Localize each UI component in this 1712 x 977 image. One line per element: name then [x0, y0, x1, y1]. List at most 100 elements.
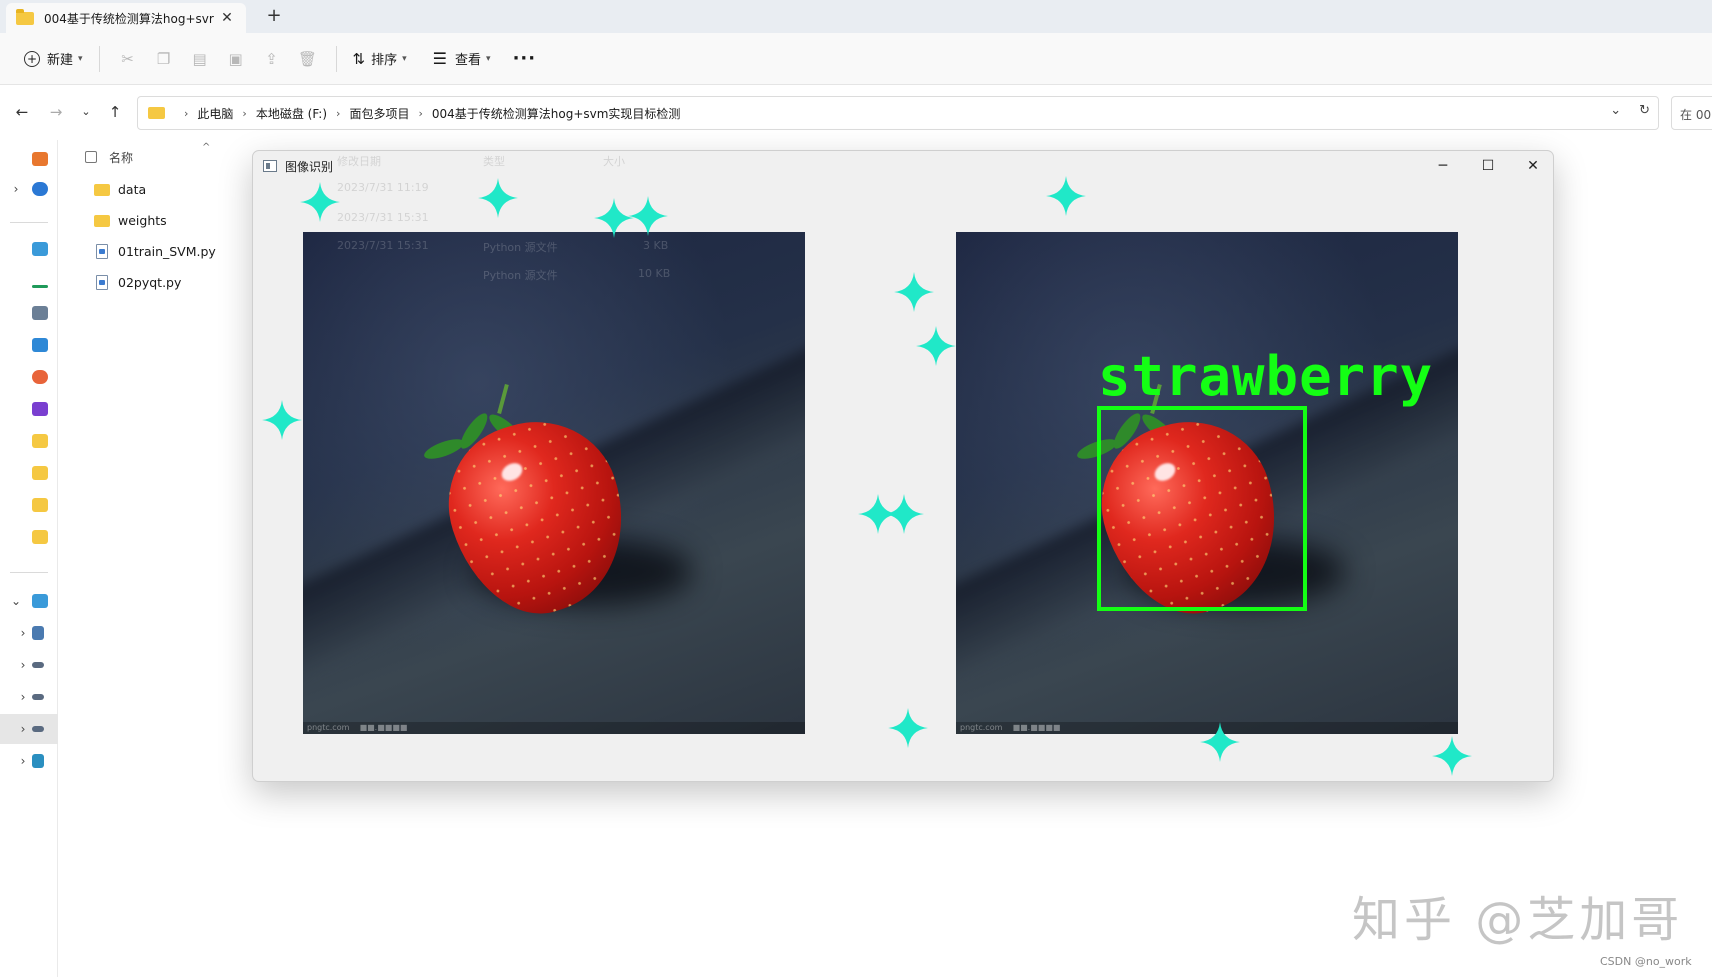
cut-icon[interactable]: ✂ [110, 43, 146, 75]
breadcrumb-separator: › [184, 106, 189, 120]
chevron-right-icon[interactable]: › [0, 754, 32, 768]
folder-icon [94, 214, 110, 227]
nav-onedrive[interactable]: › [0, 174, 58, 204]
home-icon [32, 152, 48, 166]
sparkle-icon [1046, 176, 1086, 216]
nav-desktop[interactable] [0, 234, 58, 264]
list-item[interactable]: 02pyqt.py [80, 267, 280, 298]
file-name: weights [118, 213, 167, 228]
sparkle-icon [1200, 722, 1240, 762]
app-window-icon [263, 160, 277, 172]
nav-drive-selected[interactable]: › [0, 714, 58, 744]
tab-current-folder[interactable]: 004基于传统检测算法hog+svr ✕ [6, 3, 246, 33]
chevron-right-icon[interactable]: › [0, 626, 32, 640]
drive-icon [32, 662, 44, 668]
delete-icon[interactable]: 🗑 [290, 43, 326, 75]
list-item[interactable]: weights [80, 205, 280, 236]
forward-arrow-icon[interactable]: → [44, 100, 68, 124]
ghost-column-header: 修改日期 [337, 155, 381, 168]
nav-music[interactable] [0, 362, 58, 392]
window-title: 图像识别 [285, 159, 334, 174]
select-all-checkbox[interactable] [85, 151, 97, 163]
sparkle-icon [888, 708, 928, 748]
command-bar: + 新建 ▾ ✂ ❐ ▤ ▣ ⇪ 🗑 ⇅ 排序 ▾ ☰ 查看 ▾ ··· [0, 33, 1712, 85]
drive-icon [32, 626, 44, 640]
chevron-right-icon[interactable]: › [0, 658, 32, 672]
breadcrumb-this-pc[interactable]: 此电脑 [197, 105, 233, 122]
chevron-right-icon[interactable]: › [0, 690, 32, 704]
nav-home[interactable] [0, 144, 58, 174]
address-history-chevron-icon[interactable]: ⌄ [1610, 103, 1621, 118]
file-name: data [118, 182, 147, 197]
new-button[interactable]: + 新建 ▾ [18, 43, 89, 75]
column-header-label: 名称 [109, 150, 134, 165]
computer-icon [32, 594, 48, 608]
search-input[interactable]: 在 00 [1671, 96, 1712, 130]
network-icon [32, 754, 44, 768]
sort-button[interactable]: ⇅ 排序 ▾ [347, 43, 413, 75]
breadcrumb-separator: › [418, 106, 423, 120]
nav-documents[interactable] [0, 298, 58, 328]
nav-drive[interactable]: › [0, 618, 58, 648]
up-arrow-icon[interactable]: ↑ [103, 100, 127, 124]
drive-icon [32, 694, 44, 700]
sparkle-icon [884, 494, 924, 534]
nav-downloads[interactable] [0, 266, 58, 296]
nav-drive[interactable]: › [0, 682, 58, 712]
view-button[interactable]: ☰ 查看 ▾ [427, 43, 497, 75]
folder-icon [32, 498, 48, 512]
minimize-icon[interactable]: ─ [1421, 151, 1465, 181]
nav-folder[interactable] [0, 458, 58, 488]
list-view-icon: ☰ [432, 49, 448, 68]
close-tab-icon[interactable]: ✕ [218, 10, 236, 26]
document-icon [32, 306, 48, 320]
nav-this-pc[interactable]: ⌄ [0, 586, 58, 616]
share-icon[interactable]: ⇪ [254, 43, 290, 75]
chevron-down-icon: ▾ [486, 53, 491, 64]
chevron-right-icon[interactable]: › [0, 722, 32, 736]
sparkle-icon [262, 400, 302, 440]
sparkle-icon [894, 272, 934, 312]
back-arrow-icon[interactable]: ← [10, 100, 34, 124]
chevron-down-icon[interactable]: ⌄ [0, 594, 32, 608]
navigation-row: ← → ⌄ ↑ › 此电脑 › 本地磁盘 (F:) › 面包多项目 › 004基… [0, 86, 1712, 140]
sort-icon: ⇅ [352, 49, 366, 68]
close-icon[interactable]: ✕ [1511, 151, 1553, 181]
window-titlebar[interactable]: 图像识别 ─ ☐ ✕ [253, 151, 1553, 181]
detection-bounding-box [1097, 406, 1307, 611]
copy-icon[interactable]: ❐ [146, 43, 182, 75]
ghost-cell: 10 KB [638, 267, 671, 280]
column-header-name[interactable]: 名称 ^ [80, 140, 280, 174]
nav-folder[interactable] [0, 426, 58, 456]
recent-chevron-icon[interactable]: ⌄ [74, 100, 98, 124]
paste-icon[interactable]: ▤ [182, 43, 218, 75]
list-item[interactable]: 01train_SVM.py [80, 236, 280, 267]
nav-drive[interactable]: › [0, 650, 58, 680]
chevron-right-icon[interactable]: › [0, 182, 32, 196]
address-bar[interactable]: › 此电脑 › 本地磁盘 (F:) › 面包多项目 › 004基于传统检测算法h… [137, 96, 1659, 130]
nav-network[interactable]: › [0, 746, 58, 776]
breadcrumb-separator: › [242, 106, 247, 120]
ghost-column-header: 类型 [483, 155, 505, 168]
nav-videos[interactable] [0, 394, 58, 424]
breadcrumb-current-folder[interactable]: 004基于传统检测算法hog+svm实现目标检测 [432, 105, 681, 122]
nav-folder[interactable] [0, 490, 58, 520]
new-button-label: 新建 [47, 53, 74, 68]
folder-icon [32, 466, 48, 480]
chevron-down-icon: ▾ [78, 53, 83, 64]
list-item[interactable]: data [80, 174, 280, 205]
nav-folder[interactable] [0, 522, 58, 552]
breadcrumb-local-disk[interactable]: 本地磁盘 (F:) [256, 105, 327, 122]
refresh-icon[interactable]: ↻ [1639, 103, 1650, 118]
file-list: 名称 ^ data weights 01train_SVM.py 02pyqt.… [80, 140, 280, 298]
nav-pictures[interactable] [0, 330, 58, 360]
chevron-down-icon: ▾ [402, 53, 407, 64]
ghost-cell: 3 KB [643, 239, 669, 252]
maximize-icon[interactable]: ☐ [1466, 151, 1510, 181]
rename-icon[interactable]: ▣ [218, 43, 254, 75]
breadcrumb-project-folder[interactable]: 面包多项目 [349, 105, 409, 122]
new-tab-button[interactable]: + [262, 5, 286, 26]
navigation-pane: › ⌄ › › › › › [0, 140, 58, 977]
plus-circle-icon: + [24, 50, 40, 67]
more-options-button[interactable]: ··· [507, 43, 543, 75]
